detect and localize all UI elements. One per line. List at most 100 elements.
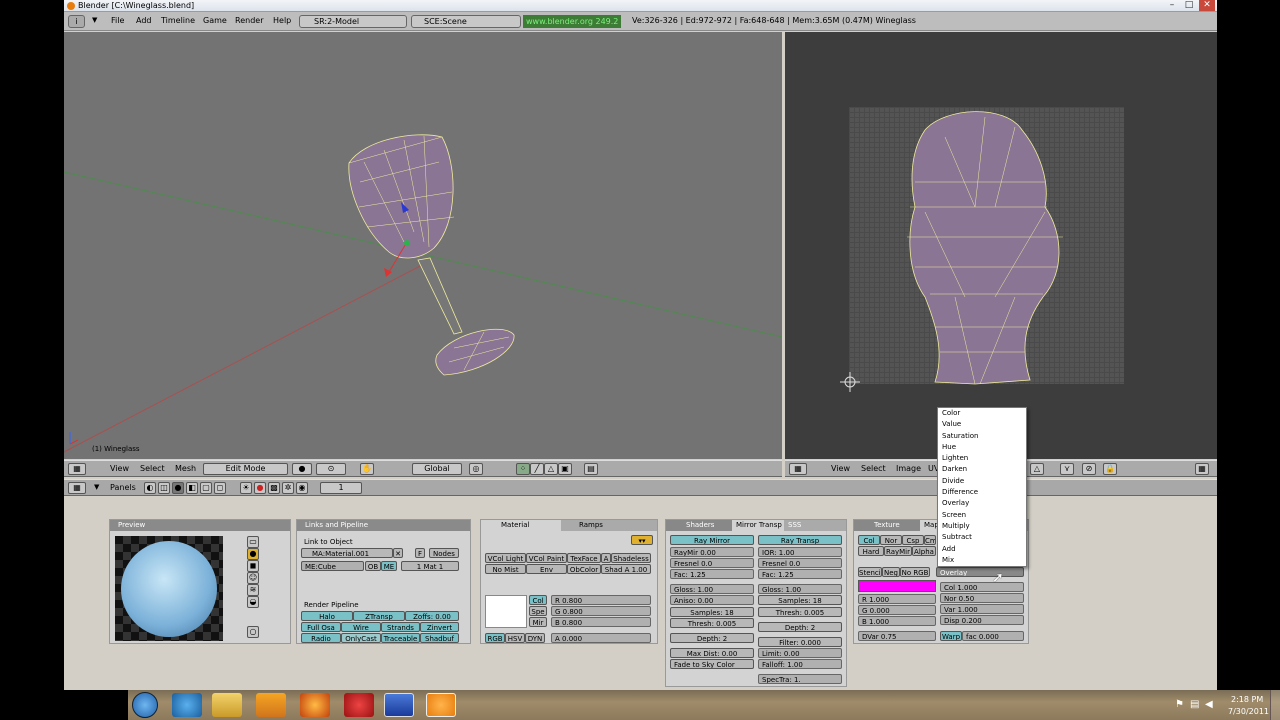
unlink-material-button[interactable]: ✕	[393, 548, 403, 558]
blend-option-color[interactable]: Color	[938, 408, 1026, 419]
menu-add[interactable]: Add	[136, 16, 152, 25]
blend-option-darken[interactable]: Darken	[938, 464, 1026, 475]
transp-samples-field[interactable]: Samples: 18	[758, 595, 842, 605]
frame-counter[interactable]: 1	[320, 482, 362, 494]
col-factor-slider[interactable]: Col 1.000	[940, 582, 1024, 592]
ob-button[interactable]: OB	[365, 561, 381, 571]
tex-b-slider[interactable]: B 1.000	[858, 616, 936, 626]
disp-factor-slider[interactable]: Disp 0.200	[940, 615, 1024, 625]
blend-mode-dropdown[interactable]: Color Value Saturation Hue Lighten Darke…	[937, 407, 1027, 567]
map-nor-button[interactable]: Nor	[880, 535, 902, 545]
proportional-button[interactable]: ◎	[469, 463, 483, 475]
menu-help[interactable]: Help	[273, 16, 291, 25]
radio-button[interactable]: Radio	[301, 633, 341, 643]
clock-date[interactable]: 7/30/2011	[1228, 707, 1269, 716]
tex-r-slider[interactable]: R 1.000	[858, 594, 936, 604]
viewport-canvas[interactable]	[64, 32, 782, 459]
ior-slider[interactable]: IOR: 1.00	[758, 547, 842, 557]
context-script-button[interactable]: ◫	[158, 482, 170, 494]
select-menu[interactable]: Select	[140, 464, 165, 473]
fake-user-button[interactable]: F	[415, 548, 425, 558]
blend-option-screen[interactable]: Screen	[938, 510, 1026, 521]
mirror-fac-slider[interactable]: Fac: 1.25	[670, 569, 754, 579]
uv-sync-button[interactable]: ⊘	[1082, 463, 1096, 475]
explorer-icon[interactable]	[212, 693, 242, 717]
spe-button[interactable]: Spe	[529, 606, 547, 616]
blend-option-overlay[interactable]: Overlay	[938, 498, 1026, 509]
app-blue-icon[interactable]	[384, 693, 414, 717]
editor-type-button[interactable]: ▦	[68, 482, 86, 494]
ray-mirror-button[interactable]: Ray Mirror	[670, 535, 754, 545]
context-logic-button[interactable]: ◐	[144, 482, 156, 494]
no-rgb-button[interactable]: No RGB	[900, 567, 930, 577]
uv-snap-button[interactable]: ⋎	[1060, 463, 1074, 475]
select-mode-edge[interactable]: ╱	[530, 463, 544, 475]
material-menu-button[interactable]: ▾▾	[631, 535, 653, 545]
firefox-icon[interactable]	[300, 693, 330, 717]
occlude-button[interactable]: ▣	[558, 463, 572, 475]
menu-timeline[interactable]: Timeline	[161, 16, 195, 25]
pivot-button[interactable]: ⊙	[316, 463, 346, 475]
map-col-button[interactable]: Col	[858, 535, 880, 545]
lamp-icon[interactable]: ☀	[240, 482, 252, 494]
app-red-icon[interactable]	[344, 693, 374, 717]
scene-selector[interactable]: SCE:Scene	[411, 15, 521, 28]
context-object-button[interactable]: ◧	[186, 482, 198, 494]
strands-button[interactable]: Strands	[381, 622, 420, 632]
editor-type-button[interactable]: i	[68, 15, 85, 28]
tab-ramps[interactable]: Ramps	[561, 520, 603, 531]
no-mist-button[interactable]: No Mist	[485, 564, 526, 574]
r-slider[interactable]: R 0.800	[551, 595, 651, 605]
ie-icon[interactable]	[172, 693, 202, 717]
mir-button[interactable]: Mir	[529, 617, 547, 627]
view-menu[interactable]: View	[831, 464, 850, 473]
tab-sss[interactable]: SSS	[784, 520, 801, 531]
me-button[interactable]: ME	[381, 561, 397, 571]
b-slider[interactable]: B 0.800	[551, 617, 651, 627]
mesh-menu[interactable]: Mesh	[175, 464, 196, 473]
tab-shaders[interactable]: Shaders	[666, 520, 732, 531]
hsv-mode-button[interactable]: HSV	[505, 633, 525, 643]
halo-button[interactable]: Halo	[301, 611, 353, 621]
map-cm-button[interactable]: Cm	[924, 535, 936, 545]
radio-icon[interactable]: ✲	[282, 482, 294, 494]
zoffs-field[interactable]: Zoffs: 0.00	[405, 611, 459, 621]
blend-option-lighten[interactable]: Lighten	[938, 453, 1026, 464]
blend-option-value[interactable]: Value	[938, 419, 1026, 430]
blender-taskbar-icon[interactable]	[426, 693, 456, 717]
blend-option-mix[interactable]: Mix	[938, 555, 1026, 566]
editor-type-button[interactable]: ▦	[789, 463, 807, 475]
preview-sphere-button[interactable]: ●	[247, 548, 259, 560]
map-csp-button[interactable]: Csp	[902, 535, 924, 545]
draw-type-button[interactable]: ●	[292, 463, 312, 475]
editor-type-button[interactable]: ▦	[68, 463, 86, 475]
texture-icon[interactable]: ▩	[268, 482, 280, 494]
ray-transp-button[interactable]: Ray Transp	[758, 535, 842, 545]
tab-texture[interactable]: Texture	[854, 520, 920, 531]
filter-field[interactable]: Filter: 0.000	[758, 637, 842, 647]
full-osa-button[interactable]: Full Osa	[301, 622, 341, 632]
map-hard-button[interactable]: Hard	[858, 546, 884, 556]
clock-time[interactable]: 2:18 PM	[1231, 695, 1263, 704]
show-desktop-button[interactable]	[1270, 690, 1280, 720]
spectra-slider[interactable]: SpecTra: 1.	[758, 674, 842, 684]
blend-option-difference[interactable]: Difference	[938, 487, 1026, 498]
nodes-button[interactable]: Nodes	[429, 548, 459, 558]
blend-option-hue[interactable]: Hue	[938, 442, 1026, 453]
warp-button[interactable]: Warp	[940, 631, 962, 641]
menu-file[interactable]: File	[111, 16, 124, 25]
blend-option-divide[interactable]: Divide	[938, 476, 1026, 487]
world-icon[interactable]: ◉	[296, 482, 308, 494]
menu-render[interactable]: Render	[235, 16, 263, 25]
mode-selector[interactable]: Edit Mode	[203, 463, 288, 475]
transp-gloss-slider[interactable]: Gloss: 1.00	[758, 584, 842, 594]
context-edit-button[interactable]: ▢	[200, 482, 212, 494]
manipulator-toggle[interactable]: ✋	[360, 463, 374, 475]
context-shading-button[interactable]: ●	[172, 482, 184, 494]
vcol-paint-button[interactable]: VCol Paint	[526, 553, 567, 563]
transp-fresnel-slider[interactable]: Fresnel 0.0	[758, 558, 842, 568]
material-field[interactable]: MA:Material.001	[301, 548, 393, 558]
transp-thresh-field[interactable]: Thresh: 0.005	[758, 607, 842, 617]
uv-tool-button[interactable]: △	[1030, 463, 1044, 475]
ztransp-button[interactable]: ZTransp	[353, 611, 405, 621]
